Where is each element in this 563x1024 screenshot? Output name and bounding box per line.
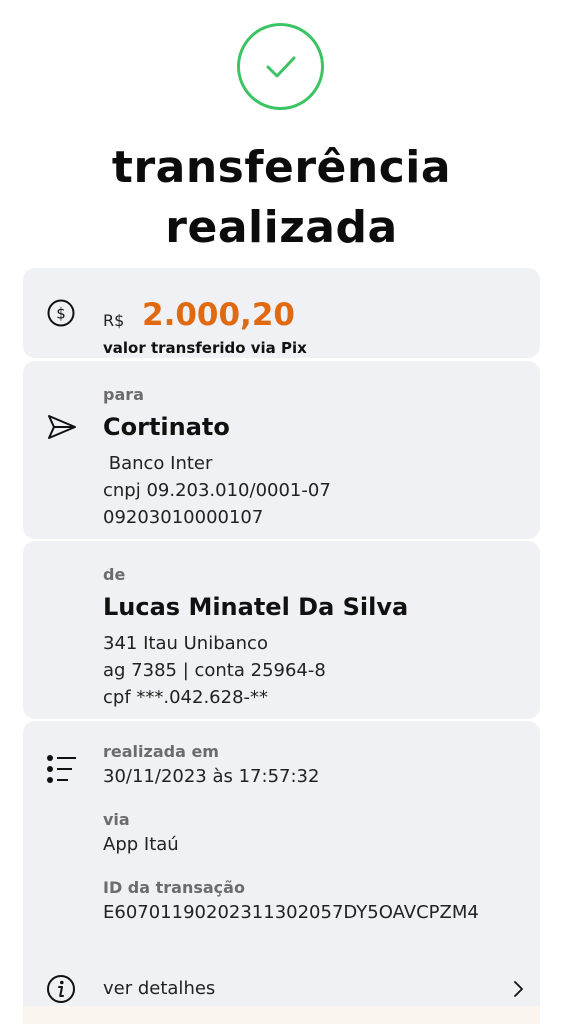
page-title: transferência realizada — [0, 138, 563, 258]
currency-label: R$ — [103, 311, 125, 330]
chevron-right-icon — [512, 979, 524, 1003]
transaction-id-value: E60701190202311302057DY5OAVCPZM4 — [103, 902, 479, 923]
sender-card: de Lucas Minatel Da Silva 341 Itau Uniba… — [23, 541, 540, 719]
recipient-label: para — [103, 385, 144, 404]
date-value: 30/11/2023 às 17:57:32 — [103, 766, 320, 787]
see-details-label: ver detalhes — [103, 978, 216, 999]
sender-label: de — [103, 565, 126, 584]
send-icon — [46, 413, 78, 441]
transaction-id-label: ID da transação — [103, 878, 245, 897]
sender-account: ag 7385 | conta 25964-8 — [103, 660, 326, 681]
dollar-circle-icon: $ — [46, 298, 76, 328]
sender-name: Lucas Minatel Da Silva — [103, 593, 409, 621]
amount-subtitle: valor transferido via Pix — [103, 339, 307, 357]
info-icon — [46, 974, 76, 1004]
title-line-1: transferência — [111, 142, 452, 193]
recipient-card: para Cortinato Banco Inter cnpj 09.203.0… — [23, 361, 540, 539]
recipient-document: cnpj 09.203.010/0001-07 — [103, 480, 331, 501]
via-label: via — [103, 810, 130, 829]
date-label: realizada em — [103, 742, 219, 761]
transaction-info-card: realizada em 30/11/2023 às 17:57:32 via … — [23, 721, 540, 1024]
check-circle-icon — [237, 23, 324, 110]
list-icon — [46, 754, 78, 784]
svg-text:$: $ — [56, 305, 66, 323]
via-value: App Itaú — [103, 834, 179, 855]
title-line-2: realizada — [165, 202, 398, 253]
bottom-strip — [23, 1006, 540, 1024]
recipient-bank: Banco Inter — [103, 453, 213, 474]
recipient-key: 09203010000107 — [103, 507, 264, 528]
amount-value: 2.000,20 — [142, 297, 295, 333]
sender-bank: 341 Itau Unibanco — [103, 633, 268, 654]
recipient-name: Cortinato — [103, 413, 230, 441]
sender-document: cpf ***.042.628-** — [103, 687, 269, 708]
amount-card: $ R$ 2.000,20 valor transferido via Pix — [23, 268, 540, 358]
